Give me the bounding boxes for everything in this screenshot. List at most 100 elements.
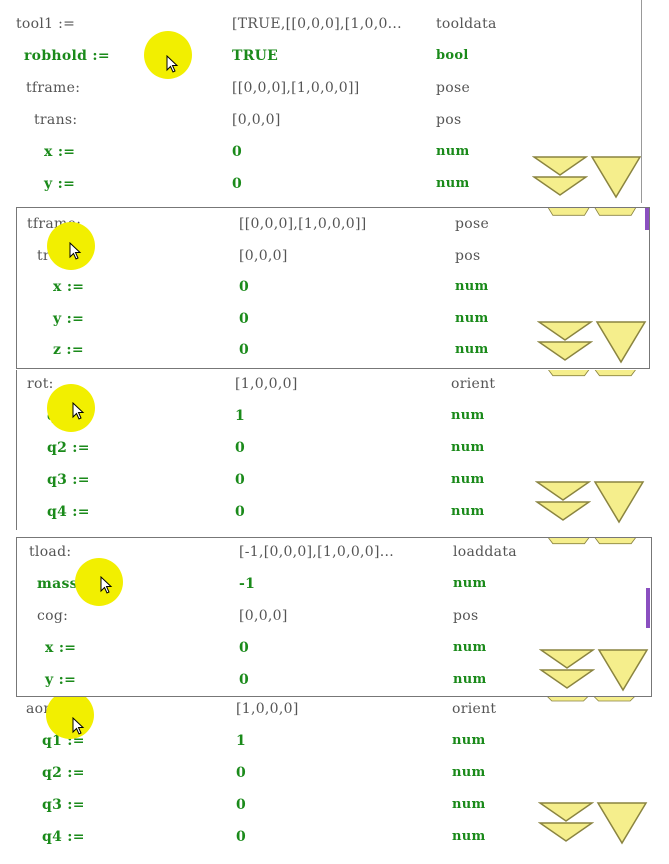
data-editor-panel-5: aom: [1,0,0,0] orient q1 := 1 num q2 := 0 num q3 … <box>16 697 650 864</box>
field-type: orient <box>451 376 496 392</box>
field-value[interactable]: [0,0,0] <box>239 248 288 264</box>
data-editor-panel-2: tframe:[[0,0,0],[1,0,0,0]]posetrans:[0,0… <box>16 207 650 369</box>
mouse-pointer-icon <box>166 55 179 73</box>
field-value[interactable]: 0 <box>239 342 249 358</box>
field-value[interactable]: 1 <box>235 408 245 424</box>
field-name[interactable]: rot: <box>27 376 54 392</box>
field-name[interactable]: trans: <box>34 112 77 128</box>
field-value[interactable]: 0 <box>232 176 242 192</box>
page-down-button[interactable] <box>593 480 645 524</box>
field-name[interactable]: q2 := <box>42 765 85 781</box>
triangle-down-icon <box>595 321 647 364</box>
mouse-pointer-icon <box>72 402 85 420</box>
field-value[interactable]: 0 <box>239 279 249 295</box>
data-editor-panel-1: tool1 := [TRUE,[[0,0,0],[1,0,0... tooldata… <box>6 0 642 203</box>
field-name[interactable]: q4 := <box>42 829 85 845</box>
data-row-q2[interactable]: q2 := 0 num <box>17 432 651 464</box>
field-name[interactable]: y := <box>45 672 76 688</box>
field-value[interactable]: [[0,0,0],[1,0,0,0]] <box>232 80 360 96</box>
field-value[interactable]: 0 <box>239 640 249 656</box>
field-value[interactable]: 0 <box>232 144 242 160</box>
field-value[interactable]: 0 <box>236 829 246 845</box>
field-name[interactable]: z := <box>53 342 84 358</box>
double-chevron-down-icon <box>539 649 595 689</box>
field-name[interactable]: tool1 := <box>16 16 75 32</box>
field-name[interactable]: x := <box>45 640 76 656</box>
field-value[interactable]: [1,0,0,0] <box>236 701 299 717</box>
data-row-robhold[interactable]: robhold := TRUE bool <box>6 40 641 72</box>
scrollbar-indicator[interactable] <box>646 588 650 628</box>
field-type: bool <box>436 48 469 63</box>
field-value[interactable]: 0 <box>235 440 245 456</box>
scroll-down-button[interactable] <box>532 155 588 199</box>
data-row-cog[interactable]: cog: [0,0,0] pos <box>17 600 651 632</box>
mouse-pointer-icon <box>72 717 85 735</box>
field-name[interactable]: robhold := <box>24 48 110 64</box>
field-type: num <box>455 279 489 294</box>
scrollbar-indicator[interactable] <box>645 208 649 230</box>
field-value[interactable]: 0 <box>239 672 249 688</box>
field-name[interactable]: y := <box>44 176 75 192</box>
field-value[interactable]: [TRUE,[[0,0,0],[1,0,0... <box>232 16 402 32</box>
mouse-pointer-icon <box>69 242 82 260</box>
field-name[interactable]: tframe: <box>26 80 80 96</box>
data-row-tool1[interactable]: tool1 := [TRUE,[[0,0,0],[1,0,0... tooldata <box>6 8 641 40</box>
field-type: num <box>453 672 487 687</box>
data-row-q1[interactable]: q1 :=1num <box>17 400 651 432</box>
field-type: pose <box>455 216 490 232</box>
field-value[interactable]: [0,0,0] <box>239 608 288 624</box>
field-value[interactable]: 0 <box>235 504 245 520</box>
field-value[interactable]: [0,0,0] <box>232 112 281 128</box>
field-value[interactable]: 1 <box>236 733 246 749</box>
data-editor-panel-3: rot:[1,0,0,0]orientq1 :=1numq2 :=0numq3 … <box>16 370 651 530</box>
field-name[interactable]: q3 := <box>47 472 90 488</box>
field-value[interactable]: 0 <box>236 797 246 813</box>
data-row-x[interactable]: x := 0 num <box>17 271 649 303</box>
field-type: num <box>436 144 470 159</box>
double-chevron-down-icon <box>535 481 591 521</box>
page-down-button[interactable] <box>595 320 647 364</box>
mouse-pointer-icon <box>100 576 113 594</box>
field-value[interactable]: 0 <box>236 765 246 781</box>
field-name[interactable]: q3 := <box>42 797 85 813</box>
triangle-down-icon <box>597 649 649 692</box>
scroll-down-button[interactable] <box>538 801 594 845</box>
field-value[interactable]: [[0,0,0],[1,0,0,0]] <box>239 216 367 232</box>
field-value[interactable]: TRUE <box>232 48 278 64</box>
field-value[interactable]: [1,0,0,0] <box>235 376 298 392</box>
field-name[interactable]: tload: <box>29 544 71 560</box>
page-down-button[interactable] <box>597 648 649 692</box>
scroll-down-button[interactable] <box>537 320 593 364</box>
field-name[interactable]: x := <box>44 144 75 160</box>
field-value[interactable]: 0 <box>235 472 245 488</box>
field-value[interactable]: [-1,[0,0,0],[1,0,0,0]... <box>239 544 394 560</box>
field-type: num <box>451 440 485 455</box>
triangle-down-icon <box>596 802 648 845</box>
data-row-tframe[interactable]: tframe: [[0,0,0],[1,0,0,0]] pose <box>6 72 641 104</box>
field-name[interactable]: q4 := <box>47 504 90 520</box>
field-name[interactable]: q2 := <box>47 440 90 456</box>
scroll-button-remnant <box>547 208 637 216</box>
field-value[interactable]: 0 <box>239 311 249 327</box>
field-name[interactable]: cog: <box>37 608 68 624</box>
scroll-down-button[interactable] <box>539 648 595 692</box>
field-type: num <box>455 310 489 326</box>
field-type: num <box>436 176 470 191</box>
field-value[interactable]: -1 <box>239 576 255 592</box>
data-row-trans[interactable]: trans:[0,0,0]pos <box>17 240 649 272</box>
data-row-q2[interactable]: q2 := 0 num <box>16 757 650 789</box>
field-type: num <box>452 733 486 748</box>
page-down-button[interactable] <box>596 801 648 845</box>
scroll-button-remnant <box>548 370 636 377</box>
scroll-button-remnant <box>547 697 635 702</box>
field-name[interactable]: y := <box>53 311 84 327</box>
double-chevron-down-icon <box>537 321 593 361</box>
field-type: num <box>451 408 485 423</box>
field-name[interactable]: x := <box>53 279 84 295</box>
field-type: num <box>451 504 485 519</box>
page-down-button[interactable] <box>590 155 641 199</box>
scroll-down-button[interactable] <box>535 480 591 524</box>
data-row-trans[interactable]: trans:[0,0,0]pos <box>6 104 641 136</box>
data-row-q1[interactable]: q1 :=1num <box>16 725 650 757</box>
click-highlight <box>47 384 95 432</box>
